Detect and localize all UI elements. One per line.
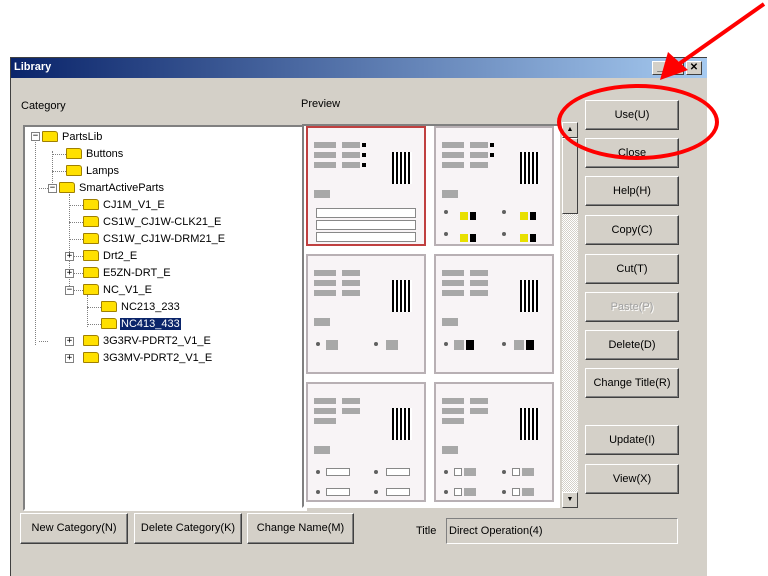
tree-item-e5zn-drt[interactable]: E5ZN-DRT_E [83, 265, 172, 281]
scroll-down-arrow-icon[interactable]: ▼ [562, 492, 578, 508]
view-button[interactable]: View(X) [585, 464, 679, 494]
folder-icon [42, 130, 58, 142]
change-name-button[interactable]: Change Name(M) [247, 513, 354, 544]
folder-icon [66, 147, 82, 159]
preview-label: Preview [301, 98, 341, 110]
new-category-button[interactable]: New Category(N) [20, 513, 128, 544]
tree-item-smartactiveparts[interactable]: SmartActiveParts [59, 180, 165, 196]
update-button[interactable]: Update(I) [585, 425, 679, 455]
change-title-button[interactable]: Change Title(R) [585, 368, 679, 398]
delete-button[interactable]: Delete(D) [585, 330, 679, 360]
tree-item-cs1w-clk21[interactable]: CS1W_CJ1W-CLK21_E [83, 214, 222, 230]
title-bar: Library _ □ ✕ [11, 58, 707, 78]
tree-item-3g3rv[interactable]: 3G3RV-PDRT2_V1_E [83, 333, 212, 349]
tree-item-drt2[interactable]: Drt2_E [83, 248, 138, 264]
tree-item-nc413-selected[interactable]: NC413_433 [101, 316, 182, 332]
close-window-button[interactable]: ✕ [686, 61, 702, 75]
expand-drt2-toggle[interactable]: + [65, 252, 74, 261]
tree-item-nc-v1[interactable]: NC_V1_E [83, 282, 153, 298]
preview-panel[interactable] [302, 124, 560, 508]
tree-item-3g3mv[interactable]: 3G3MV-PDRT2_V1_E [83, 350, 213, 366]
help-button[interactable]: Help(H) [585, 176, 679, 206]
scrollbar-thumb[interactable] [562, 138, 578, 214]
folder-icon [83, 351, 99, 363]
preview-thumbnail-2[interactable] [434, 126, 554, 246]
folder-icon [83, 249, 99, 261]
tree-item-cs1w-drm21[interactable]: CS1W_CJ1W-DRM21_E [83, 231, 226, 247]
collapse-nc-v1-toggle[interactable]: − [65, 286, 74, 295]
folder-icon [83, 215, 99, 227]
folder-icon [83, 232, 99, 244]
folder-icon [83, 266, 99, 278]
maximize-button[interactable]: □ [668, 61, 684, 75]
folder-icon [101, 300, 117, 312]
tree-item-nc213[interactable]: NC213_233 [101, 299, 181, 315]
tree-item-cj1m[interactable]: CJ1M_V1_E [83, 197, 166, 213]
preview-thumbnail-6[interactable] [434, 382, 554, 502]
delete-category-button[interactable]: Delete Category(K) [134, 513, 242, 544]
annotation-circle [557, 84, 719, 160]
cut-button[interactable]: Cut(T) [585, 254, 679, 284]
category-tree[interactable]: − − + + − + + PartsLib Buttons Lamps Sma… [23, 125, 307, 511]
expand-e5zn-toggle[interactable]: + [65, 269, 74, 278]
window-title: Library [14, 61, 52, 73]
paste-button[interactable]: Paste(P) [585, 292, 679, 322]
expand-3g3rv-toggle[interactable]: + [65, 337, 74, 346]
copy-button[interactable]: Copy(C) [585, 215, 679, 245]
title-field: Direct Operation(4) [446, 518, 678, 544]
expand-3g3mv-toggle[interactable]: + [65, 354, 74, 363]
tree-item-lamps[interactable]: Lamps [66, 163, 120, 179]
preview-thumbnail-4[interactable] [434, 254, 554, 374]
folder-icon [59, 181, 75, 193]
tree-item-partslib[interactable]: PartsLib [42, 129, 103, 145]
folder-icon [83, 334, 99, 346]
folder-icon [66, 164, 82, 176]
preview-thumbnail-1[interactable] [306, 126, 426, 246]
title-label: Title [416, 525, 437, 537]
collapse-partslib-toggle[interactable]: − [31, 132, 40, 141]
minimize-button[interactable]: _ [652, 61, 668, 75]
preview-thumbnail-3[interactable] [306, 254, 426, 374]
folder-icon [101, 317, 117, 329]
tree-item-buttons[interactable]: Buttons [66, 146, 124, 162]
folder-icon [83, 283, 99, 295]
preview-thumbnail-5[interactable] [306, 382, 426, 502]
collapse-smartactiveparts-toggle[interactable]: − [48, 184, 57, 193]
folder-icon [83, 198, 99, 210]
preview-scrollbar[interactable]: ▲ ▼ [562, 122, 578, 508]
category-label: Category [21, 100, 66, 112]
